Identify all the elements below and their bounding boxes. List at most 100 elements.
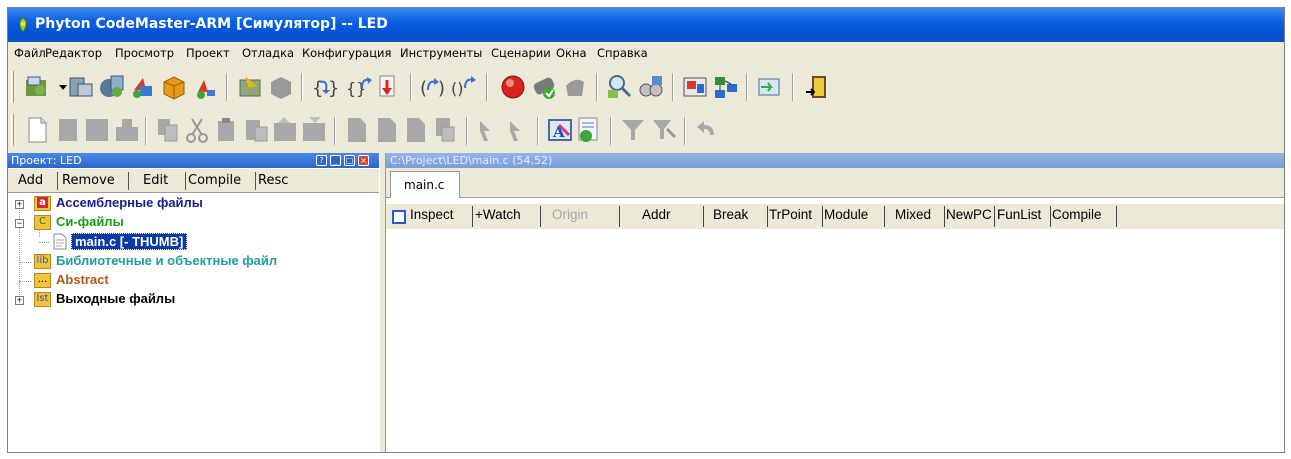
breakpoints-icon[interactable]: [560, 72, 590, 102]
menu-debug[interactable]: Отладка: [242, 46, 294, 60]
step-over-icon[interactable]: {}: [344, 72, 374, 102]
tree-item-libraries[interactable]: lib Библиотечные и объектные файл: [8, 253, 379, 271]
cut-icon[interactable]: [182, 115, 212, 145]
step-out-icon[interactable]: [374, 72, 404, 102]
panel-close-icon[interactable]: ×: [358, 155, 369, 166]
filter-edit-icon[interactable]: [649, 115, 679, 145]
edit-button[interactable]: Edit: [143, 173, 168, 188]
origin-button[interactable]: Origin: [552, 207, 588, 229]
mixed-button[interactable]: Mixed: [895, 207, 931, 229]
tree-item-main-c[interactable]: main.c [- THUMB]: [8, 233, 379, 251]
bookmark-icon[interactable]: [342, 115, 372, 145]
compile-editor-button[interactable]: Compile: [1052, 207, 1102, 229]
filter-icon[interactable]: [618, 115, 648, 145]
menu-project[interactable]: Проект: [186, 46, 230, 60]
menu-help[interactable]: Справка: [597, 46, 648, 60]
separator: [1116, 206, 1117, 227]
dropdown-arrow-icon[interactable]: [48, 72, 67, 102]
newpc-button[interactable]: NewPC: [946, 207, 992, 229]
project-panel-titlebar[interactable]: Проект: LED ? _ □ ×: [8, 153, 379, 168]
menu-scripts[interactable]: Сценарии: [491, 46, 551, 60]
tab-main-c-label: main.c: [404, 178, 445, 192]
editor-titlebar[interactable]: C:\Project\LED\main.c (54,52): [386, 153, 1284, 168]
title-bar[interactable]: Phyton CodeMaster-ARM [Симулятор] -- LED: [8, 8, 1284, 42]
animate-icon[interactable]: (): [449, 72, 479, 102]
menu-tools[interactable]: Инструменты: [400, 46, 482, 60]
find-next-icon[interactable]: [474, 115, 504, 145]
print-icon[interactable]: [112, 115, 142, 145]
compile-button[interactable]: Compile: [188, 173, 241, 188]
rescan-button[interactable]: Resc: [258, 173, 288, 188]
panel-help-icon[interactable]: ?: [316, 155, 327, 166]
menu-editor[interactable]: Редактор: [45, 46, 102, 60]
run-to-cursor-icon[interactable]: (): [418, 72, 448, 102]
menu-file[interactable]: Файл: [14, 46, 46, 60]
toolbar-grip[interactable]: [11, 114, 14, 146]
editor-checkbox[interactable]: [392, 210, 406, 224]
memory-chip-icon[interactable]: [266, 72, 296, 102]
remove-button[interactable]: Remove: [62, 173, 115, 188]
panel-minimize-icon[interactable]: _: [330, 155, 341, 166]
menu-view[interactable]: Просмотр: [115, 46, 174, 60]
project-settings-icon[interactable]: [66, 72, 96, 102]
funlist-button[interactable]: FunList: [997, 207, 1041, 229]
editor-text-area[interactable]: [386, 230, 1284, 452]
project-run-icon[interactable]: [190, 72, 220, 102]
toolbar-grip[interactable]: [11, 71, 14, 103]
step-into-icon[interactable]: {}: [308, 72, 339, 102]
save-icon[interactable]: [53, 115, 83, 145]
panel-splitter[interactable]: [379, 153, 386, 452]
new-file-icon[interactable]: [22, 115, 52, 145]
find-prev-icon[interactable]: [504, 115, 534, 145]
editor-button-bar: Inspect +Watch Origin Addr Break TrPoint…: [386, 204, 1284, 229]
redo-file-icon[interactable]: [299, 115, 329, 145]
menu-configuration[interactable]: Конфигурация: [302, 46, 391, 60]
break-button[interactable]: Break: [713, 207, 748, 229]
format-icon[interactable]: A: [545, 115, 575, 145]
clipboard-icon[interactable]: [241, 115, 271, 145]
collapse-icon[interactable]: −: [15, 219, 24, 228]
bookmark-next-icon[interactable]: [372, 115, 402, 145]
project-package-icon[interactable]: [159, 72, 189, 102]
io-stream-icon[interactable]: [754, 72, 784, 102]
inspect-icon[interactable]: [605, 72, 635, 102]
cpu-view-icon[interactable]: [680, 72, 710, 102]
find-icon[interactable]: [430, 115, 460, 145]
main-window: Phyton CodeMaster-ARM [Симулятор] -- LED…: [7, 7, 1285, 453]
tree-item-c-files[interactable]: − C Си-файлы: [8, 214, 379, 232]
tree-item-asm[interactable]: + a Ассемблерные файлы: [8, 195, 379, 213]
paste-icon[interactable]: [212, 115, 242, 145]
save-all-icon[interactable]: [82, 115, 112, 145]
project-panel-title: Проект: LED: [11, 154, 82, 167]
menu-windows[interactable]: Окна: [556, 46, 587, 60]
trpoint-button[interactable]: TrPoint: [769, 207, 812, 229]
reset-icon[interactable]: [530, 72, 560, 102]
add-button[interactable]: Add: [18, 173, 43, 188]
expand-icon[interactable]: +: [15, 200, 24, 209]
stop-icon[interactable]: [498, 72, 528, 102]
addr-button[interactable]: Addr: [642, 207, 671, 229]
tree-label-asm: Ассемблерные файлы: [56, 195, 203, 210]
load-program-icon[interactable]: [235, 72, 265, 102]
inspect-button[interactable]: Inspect: [410, 207, 454, 229]
module-button[interactable]: Module: [824, 207, 868, 229]
exit-icon[interactable]: [802, 72, 832, 102]
script-icon[interactable]: [574, 115, 604, 145]
undo-icon[interactable]: [692, 115, 722, 145]
editor-window: C:\Project\LED\main.c (54,52) main.c Ins…: [386, 153, 1284, 452]
lib-folder-icon: lib: [34, 254, 51, 269]
watch-button[interactable]: +Watch: [475, 207, 521, 229]
memory-view-icon[interactable]: [711, 72, 741, 102]
panel-maximize-icon[interactable]: □: [344, 155, 355, 166]
copy-icon[interactable]: [153, 115, 183, 145]
tree-item-output[interactable]: + lst Выходные файлы: [8, 291, 379, 309]
app-icon: [19, 17, 27, 33]
undo-file-icon[interactable]: [270, 115, 300, 145]
bookmark-prev-icon[interactable]: [401, 115, 431, 145]
tab-main-c[interactable]: main.c: [390, 171, 460, 198]
project-options-icon[interactable]: [128, 72, 158, 102]
watch-icon[interactable]: [636, 72, 666, 102]
tree-item-abstract[interactable]: ... Abstract: [8, 272, 379, 290]
expand-icon[interactable]: +: [15, 296, 24, 305]
project-build-icon[interactable]: [97, 72, 127, 102]
